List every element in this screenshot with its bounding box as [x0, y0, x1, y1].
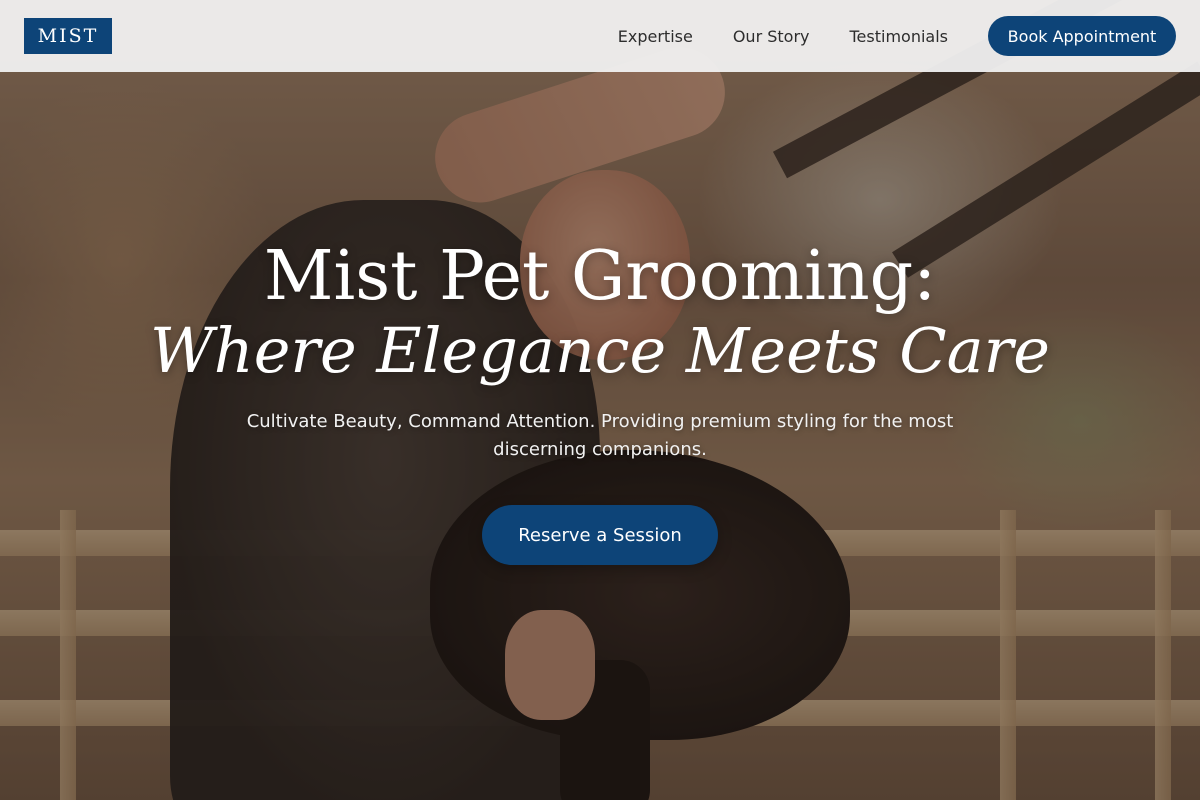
brand-logo[interactable]: MIST — [24, 18, 112, 54]
nav-link-testimonials[interactable]: Testimonials — [850, 27, 949, 46]
hero-section: Mist Pet Grooming: Where Elegance Meets … — [0, 0, 1200, 800]
main-nav: Expertise Our Story Testimonials — [618, 0, 948, 72]
hero-tagline: Where Elegance Meets Care — [150, 314, 1050, 387]
nav-link-expertise[interactable]: Expertise — [618, 27, 693, 46]
site-header: MIST Expertise Our Story Testimonials Bo… — [0, 0, 1200, 72]
hero-subtitle: Cultivate Beauty, Command Attention. Pro… — [246, 411, 954, 460]
landing-page: MIST Expertise Our Story Testimonials Bo… — [0, 0, 1200, 800]
book-appointment-button[interactable]: Book Appointment — [988, 16, 1176, 56]
reserve-session-button[interactable]: Reserve a Session — [482, 505, 718, 565]
nav-link-our-story[interactable]: Our Story — [733, 27, 810, 46]
